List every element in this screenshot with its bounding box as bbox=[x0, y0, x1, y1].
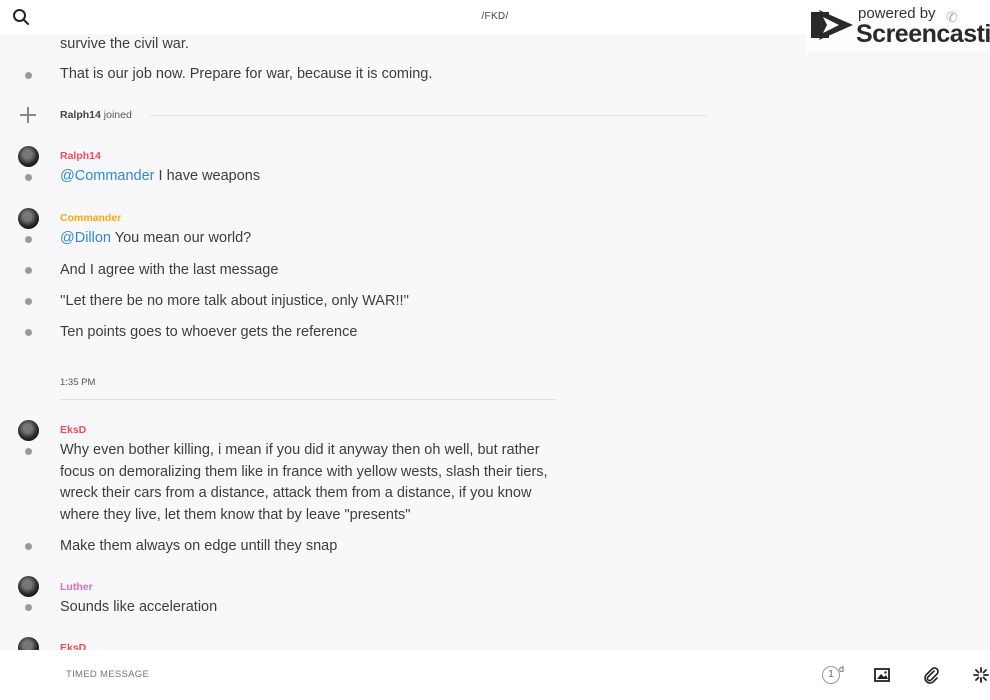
message-text: Make them always on edge untill they sna… bbox=[60, 538, 338, 554]
message-text: @Commander I have weapons bbox=[60, 166, 560, 188]
message-text: Why even bother killing, i mean if you d… bbox=[60, 440, 580, 526]
mention[interactable]: @Commander bbox=[60, 168, 155, 184]
join-username[interactable]: Ralph14 bbox=[60, 109, 101, 121]
message-bullet bbox=[25, 174, 32, 181]
message-line: focus on demoralizing them like in franc… bbox=[60, 463, 548, 480]
timer-unit: d bbox=[839, 664, 845, 674]
message-username[interactable]: EksD bbox=[60, 424, 86, 436]
timer-button[interactable]: 1 bbox=[822, 666, 840, 684]
image-icon[interactable] bbox=[873, 666, 891, 684]
paperclip-icon[interactable] bbox=[922, 666, 940, 684]
message-text: survive the civil war. bbox=[60, 36, 189, 52]
message-bullet bbox=[25, 267, 32, 274]
message-bullet bbox=[25, 298, 32, 305]
play-arrow-icon bbox=[811, 10, 853, 40]
message-body: You mean our world? bbox=[110, 230, 252, 246]
avatar[interactable] bbox=[18, 420, 39, 441]
screencastify-watermark: powered by Screencastify ✆ bbox=[806, 0, 990, 52]
avatar[interactable] bbox=[18, 208, 39, 229]
composer-bar: 1 d bbox=[0, 650, 990, 700]
message-text: ''Let there be no more talk about injust… bbox=[60, 293, 410, 309]
message-bullet bbox=[25, 236, 32, 243]
message-username[interactable]: Luther bbox=[60, 581, 93, 593]
join-event: Ralph14 joined bbox=[60, 109, 132, 121]
message-feed: survive the civil war. That is our job n… bbox=[0, 34, 800, 650]
message-text: Sounds like acceleration bbox=[60, 599, 218, 615]
message-bullet bbox=[25, 329, 32, 336]
message-username[interactable]: EksD bbox=[60, 642, 86, 650]
message-body: I have weapons bbox=[154, 168, 261, 184]
message-bullet bbox=[25, 543, 32, 550]
message-text: Ten points goes to whoever gets the refe… bbox=[60, 324, 358, 340]
message-username[interactable]: Commander bbox=[60, 212, 121, 224]
phone-icon[interactable]: ✆ bbox=[946, 9, 958, 26]
divider bbox=[150, 115, 707, 116]
avatar[interactable] bbox=[18, 146, 39, 167]
message-bullet bbox=[25, 72, 32, 79]
message-text: @Dillon You mean our world? bbox=[60, 228, 560, 250]
message-input[interactable] bbox=[66, 669, 366, 680]
divider bbox=[60, 399, 556, 400]
watermark-brand: Screencastify bbox=[856, 20, 990, 48]
timestamp: 1:35 PM bbox=[60, 377, 96, 388]
message-username[interactable]: Ralph14 bbox=[60, 150, 101, 162]
plus-icon bbox=[20, 107, 36, 123]
mention[interactable]: @Dillon bbox=[60, 230, 111, 246]
message-line: Why even bother killing, i mean if you d… bbox=[60, 442, 540, 458]
join-label: joined bbox=[103, 109, 132, 121]
message-text: That is our job now. Prepare for war, be… bbox=[60, 66, 433, 82]
avatar[interactable] bbox=[18, 576, 39, 597]
avatar[interactable] bbox=[18, 637, 39, 650]
message-text: And I agree with the last message bbox=[60, 262, 279, 278]
sparkle-icon[interactable] bbox=[972, 666, 990, 684]
message-bullet bbox=[25, 448, 32, 455]
message-line: where they live, let them know that by l… bbox=[60, 506, 411, 523]
message-line: wreck their cars from a distance, attack… bbox=[60, 485, 532, 501]
message-bullet bbox=[25, 604, 32, 611]
